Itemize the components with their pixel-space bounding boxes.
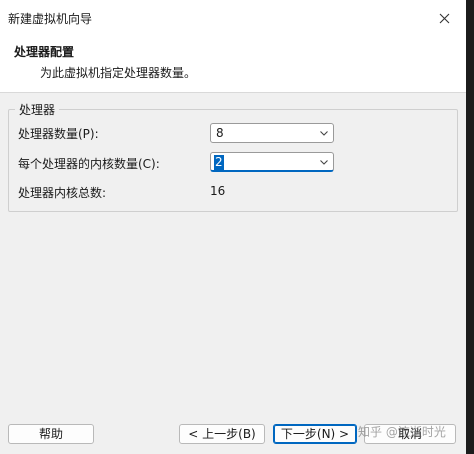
help-button[interactable]: 帮助 xyxy=(8,424,94,444)
processors-group-legend: 处理器 xyxy=(15,101,60,118)
window-title: 新建虚拟机向导 xyxy=(8,12,93,26)
page-title: 处理器配置 xyxy=(14,45,75,59)
background-edge xyxy=(466,0,474,454)
new-vm-wizard-dialog: 新建虚拟机向导 处理器配置 为此虚拟机指定处理器数量。 处理器 处理器数量(P)… xyxy=(0,0,466,454)
processor-count-select[interactable]: 8 xyxy=(210,123,334,143)
cores-per-processor-value: 2 xyxy=(214,155,224,170)
total-cores-label: 处理器内核总数: xyxy=(18,186,107,200)
next-button[interactable]: 下一步(N) > xyxy=(273,424,357,444)
chevron-down-icon xyxy=(320,160,328,165)
chevron-down-icon xyxy=(320,131,328,136)
cores-per-processor-select[interactable]: 2 xyxy=(210,152,334,172)
processor-count-label: 处理器数量(P): xyxy=(18,127,99,141)
close-icon xyxy=(439,13,449,23)
close-button[interactable] xyxy=(430,6,458,30)
page-subtitle: 为此虚拟机指定处理器数量。 xyxy=(40,66,197,80)
total-cores-value: 16 xyxy=(210,184,226,198)
wizard-header: 处理器配置 为此虚拟机指定处理器数量。 xyxy=(0,34,466,93)
title-bar: 新建虚拟机向导 xyxy=(0,0,466,34)
back-button[interactable]: < 上一步(B) xyxy=(179,424,265,444)
cores-per-processor-label: 每个处理器的内核数量(C): xyxy=(18,157,160,171)
watermark: 知乎 @流逝时光 xyxy=(358,425,446,439)
processor-count-value: 8 xyxy=(216,126,224,140)
processors-group: 处理器 处理器数量(P): 8 每个处理器的内核数量(C): 2 处理器内核总数… xyxy=(8,101,458,212)
